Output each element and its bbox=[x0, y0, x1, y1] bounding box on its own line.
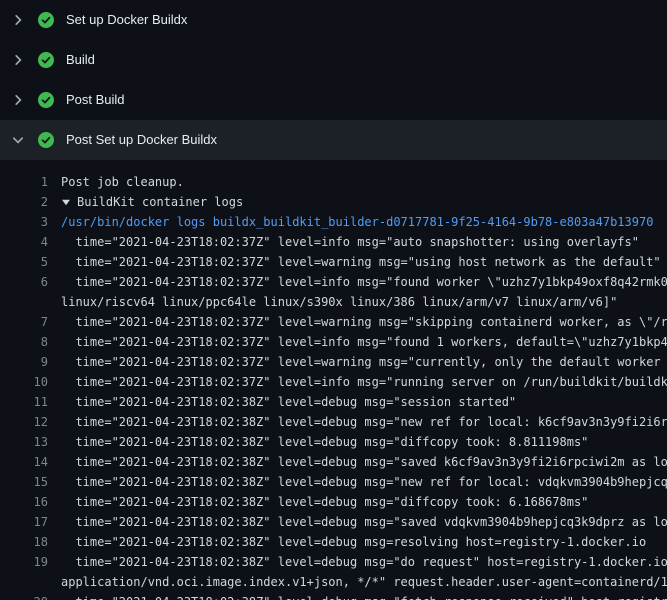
log-line: 4 time="2021-04-23T18:02:37Z" level=info… bbox=[0, 232, 667, 252]
log-line-number[interactable]: 7 bbox=[0, 312, 48, 332]
log-line-text: time="2021-04-23T18:02:37Z" level=info m… bbox=[61, 232, 667, 252]
log-line-text: time="2021-04-23T18:02:37Z" level=info m… bbox=[61, 272, 667, 292]
log-line-number[interactable]: 17 bbox=[0, 512, 48, 532]
step-name: Set up Docker Buildx bbox=[66, 12, 187, 28]
log-line: 7 time="2021-04-23T18:02:37Z" level=warn… bbox=[0, 312, 667, 332]
log-line-text: linux/riscv64 linux/ppc64le linux/s390x … bbox=[61, 292, 667, 312]
step-name: Post Set up Docker Buildx bbox=[66, 132, 217, 148]
log-line-text: time="2021-04-23T18:02:38Z" level=debug … bbox=[61, 452, 667, 472]
log-line-text: time="2021-04-23T18:02:38Z" level=debug … bbox=[61, 512, 667, 532]
log-line-text: Post job cleanup. bbox=[61, 172, 667, 192]
github-actions-log-viewer: Set up Docker Buildx Build Post Buil bbox=[0, 0, 667, 600]
step-name: Build bbox=[66, 52, 95, 68]
log-line-text: application/vnd.oci.image.index.v1+json,… bbox=[61, 572, 667, 592]
log-line-number[interactable]: 20 bbox=[0, 592, 48, 600]
log-line: 13 time="2021-04-23T18:02:38Z" level=deb… bbox=[0, 432, 667, 452]
log-line-number[interactable]: 2 bbox=[0, 192, 48, 212]
step-section-header[interactable]: Build bbox=[0, 40, 667, 80]
log-line: 16 time="2021-04-23T18:02:38Z" level=deb… bbox=[0, 492, 667, 512]
log-line: 9 time="2021-04-23T18:02:37Z" level=warn… bbox=[0, 352, 667, 372]
log-line-number[interactable]: 15 bbox=[0, 472, 48, 492]
log-line-number[interactable]: 4 bbox=[0, 232, 48, 252]
log-line-number[interactable]: 12 bbox=[0, 412, 48, 432]
check-circle-icon bbox=[38, 52, 54, 68]
check-circle-icon bbox=[38, 12, 54, 28]
chevron-down-icon bbox=[10, 132, 26, 148]
log-line: 10 time="2021-04-23T18:02:37Z" level=inf… bbox=[0, 372, 667, 392]
chevron-right-icon bbox=[10, 12, 26, 28]
log-line-text: time="2021-04-23T18:02:37Z" level=warnin… bbox=[61, 352, 667, 372]
check-circle-icon bbox=[38, 92, 54, 108]
log-line: 5 time="2021-04-23T18:02:37Z" level=warn… bbox=[0, 252, 667, 272]
triangle-down-icon[interactable] bbox=[61, 197, 71, 207]
log-line: 1 Post job cleanup. bbox=[0, 172, 667, 192]
log-line-number[interactable]: 8 bbox=[0, 332, 48, 352]
log-line: 3 /usr/bin/docker logs buildx_buildkit_b… bbox=[0, 212, 667, 232]
step-section-header[interactable]: Post Build bbox=[0, 80, 667, 120]
log-line: linux/riscv64 linux/ppc64le linux/s390x … bbox=[0, 292, 667, 312]
log-line: 11 time="2021-04-23T18:02:38Z" level=deb… bbox=[0, 392, 667, 412]
log-line-text: time="2021-04-23T18:02:38Z" level=debug … bbox=[61, 432, 667, 452]
log-line-text: time="2021-04-23T18:02:38Z" level=debug … bbox=[61, 592, 667, 600]
log-line: 18 time="2021-04-23T18:02:38Z" level=deb… bbox=[0, 532, 667, 552]
log-line-number[interactable]: 10 bbox=[0, 372, 48, 392]
log-line-number[interactable]: 19 bbox=[0, 552, 48, 572]
log-line: 8 time="2021-04-23T18:02:37Z" level=info… bbox=[0, 332, 667, 352]
log-line: 15 time="2021-04-23T18:02:38Z" level=deb… bbox=[0, 472, 667, 492]
step-section-header[interactable]: Set up Docker Buildx bbox=[0, 0, 667, 40]
log-line: 12 time="2021-04-23T18:02:38Z" level=deb… bbox=[0, 412, 667, 432]
log-line-number[interactable]: 18 bbox=[0, 532, 48, 552]
log-line-number[interactable]: 5 bbox=[0, 252, 48, 272]
log-line-text: time="2021-04-23T18:02:38Z" level=debug … bbox=[61, 492, 667, 512]
step-section-header[interactable]: Post Set up Docker Buildx bbox=[0, 120, 667, 160]
log-line-text: /usr/bin/docker logs buildx_buildkit_bui… bbox=[61, 212, 667, 232]
log-line: 19 time="2021-04-23T18:02:38Z" level=deb… bbox=[0, 552, 667, 572]
log-line: 14 time="2021-04-23T18:02:38Z" level=deb… bbox=[0, 452, 667, 472]
log-line: 20 time="2021-04-23T18:02:38Z" level=deb… bbox=[0, 592, 667, 600]
check-circle-icon bbox=[38, 132, 54, 148]
log-line-number[interactable]: 6 bbox=[0, 272, 48, 292]
log-line-text: time="2021-04-23T18:02:38Z" level=debug … bbox=[61, 552, 667, 572]
log-line-text: time="2021-04-23T18:02:37Z" level=warnin… bbox=[61, 312, 667, 332]
log-line: 6 time="2021-04-23T18:02:37Z" level=info… bbox=[0, 272, 667, 292]
log-line-number[interactable]: 13 bbox=[0, 432, 48, 452]
log-line-text: time="2021-04-23T18:02:37Z" level=info m… bbox=[61, 332, 667, 352]
log-line-text: time="2021-04-23T18:02:38Z" level=debug … bbox=[61, 412, 667, 432]
log-line: 2 BuildKit container logs bbox=[0, 192, 667, 212]
log-line-number[interactable]: 11 bbox=[0, 392, 48, 412]
log-line-number[interactable]: 14 bbox=[0, 452, 48, 472]
log-output: 1 Post job cleanup. 2 BuildKit container… bbox=[0, 160, 667, 600]
log-line-text: time="2021-04-23T18:02:38Z" level=debug … bbox=[61, 532, 667, 552]
step-sections: Set up Docker Buildx Build Post Buil bbox=[0, 0, 667, 160]
log-line-text[interactable]: BuildKit container logs bbox=[77, 192, 667, 212]
log-line-text: time="2021-04-23T18:02:38Z" level=debug … bbox=[61, 392, 667, 412]
log-line-text: time="2021-04-23T18:02:37Z" level=info m… bbox=[61, 372, 667, 392]
log-line: 17 time="2021-04-23T18:02:38Z" level=deb… bbox=[0, 512, 667, 532]
log-line-number[interactable]: 16 bbox=[0, 492, 48, 512]
chevron-right-icon bbox=[10, 52, 26, 68]
log-line-text: time="2021-04-23T18:02:37Z" level=warnin… bbox=[61, 252, 667, 272]
log-line-number[interactable]: 3 bbox=[0, 212, 48, 232]
log-line: application/vnd.oci.image.index.v1+json,… bbox=[0, 572, 667, 592]
log-line-text: time="2021-04-23T18:02:38Z" level=debug … bbox=[61, 472, 667, 492]
step-name: Post Build bbox=[66, 92, 125, 108]
chevron-right-icon bbox=[10, 92, 26, 108]
log-line-number[interactable]: 9 bbox=[0, 352, 48, 372]
log-line-number[interactable]: 1 bbox=[0, 172, 48, 192]
